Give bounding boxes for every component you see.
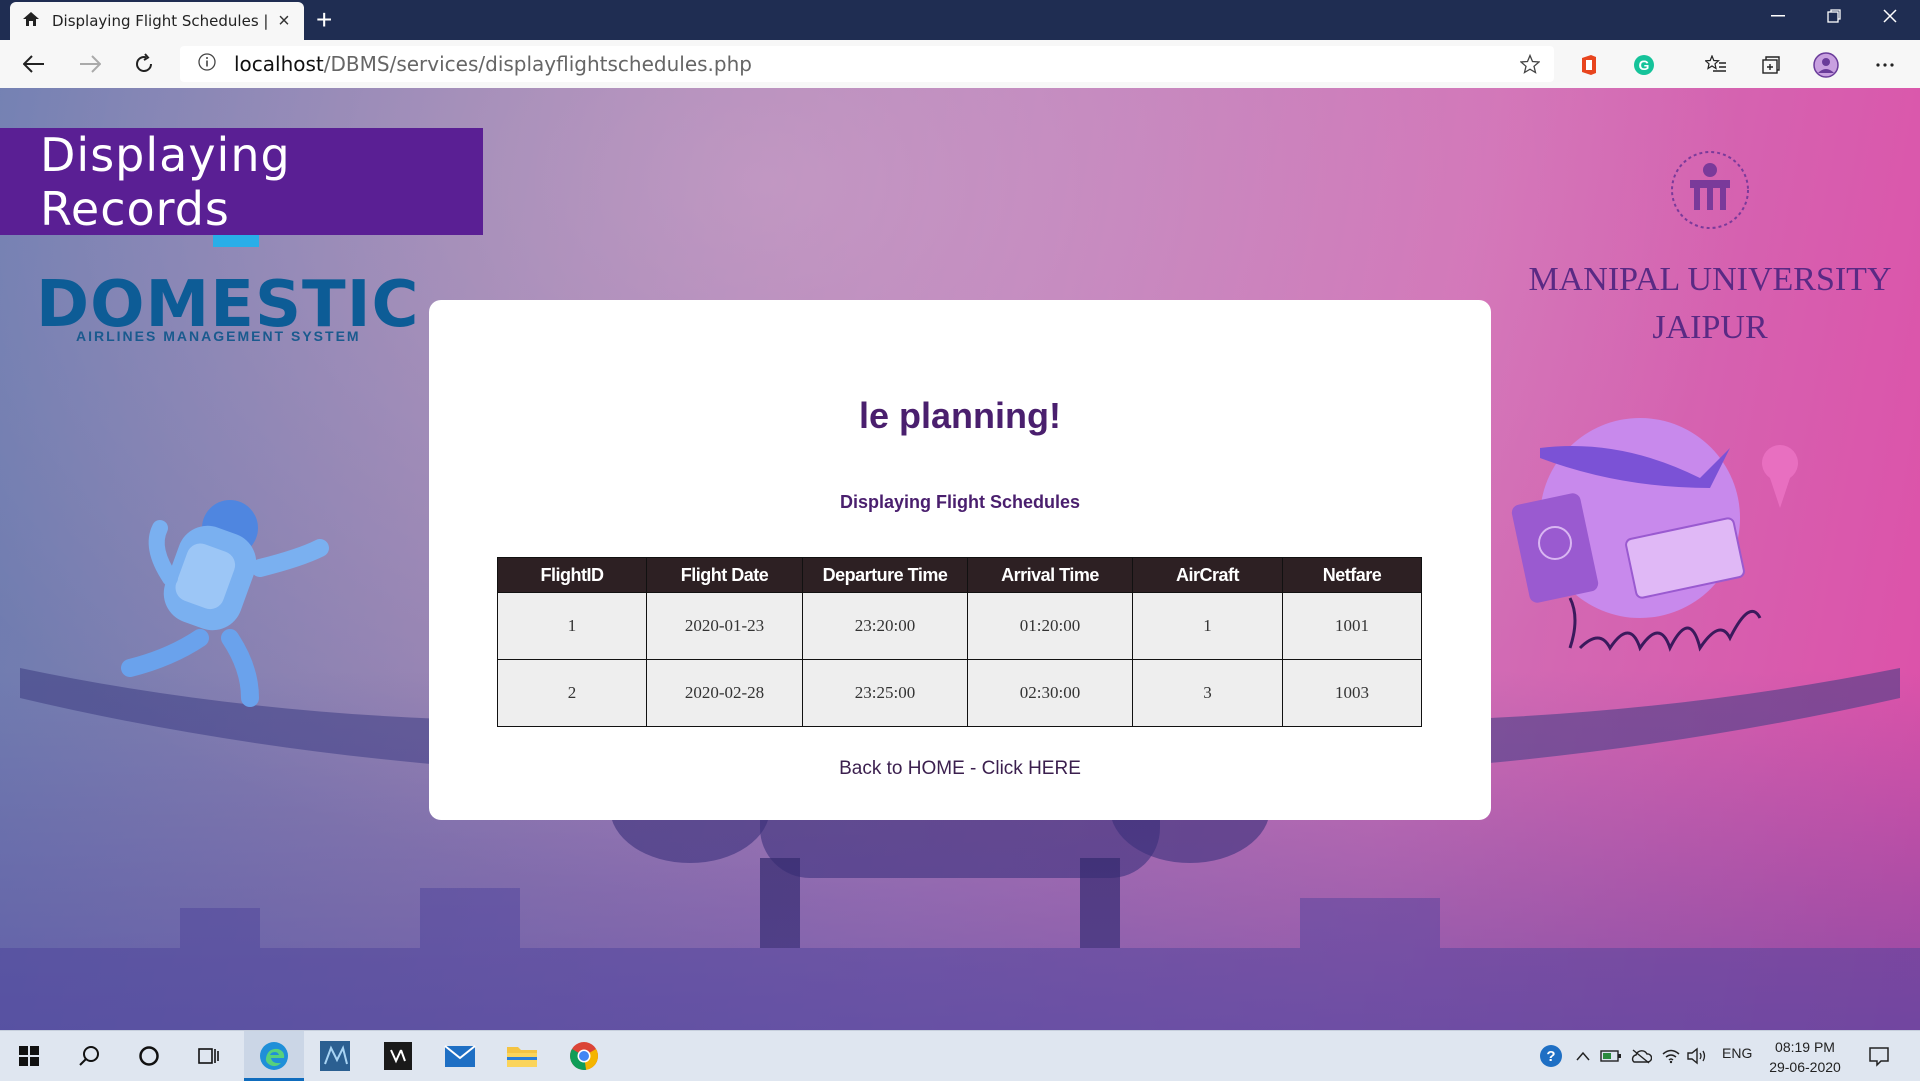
table-cell: 1: [1132, 592, 1283, 660]
university-emblem: [1671, 151, 1749, 229]
table-cell: 2: [497, 659, 647, 727]
url-text: localhost/DBMS/services/displayflightsch…: [234, 52, 752, 76]
mail-taskbar-icon[interactable]: [443, 1039, 477, 1073]
grammarly-extension-icon[interactable]: G: [1631, 52, 1657, 78]
cortana-icon[interactable]: [132, 1039, 166, 1073]
chrome-taskbar-icon[interactable]: [567, 1039, 601, 1073]
browser-tab-strip: Displaying Flight Schedules | DAMS × +: [0, 0, 1920, 40]
active-tab[interactable]: Displaying Flight Schedules | DAMS ×: [10, 2, 304, 40]
table-cell: 3: [1132, 659, 1283, 727]
astronaut-illustration: [121, 500, 329, 707]
column-header: Arrival Time: [967, 557, 1133, 593]
edge-taskbar-icon[interactable]: [244, 1031, 304, 1081]
taskbar: ? ENG 08:19 PM 29-06-2020: [0, 1030, 1920, 1081]
table-cell: 1: [497, 592, 647, 660]
column-header: AirCraft: [1132, 557, 1283, 593]
close-window-button[interactable]: [1862, 0, 1918, 32]
flight-schedules-table: FlightID Flight Date Departure Time Arri…: [497, 557, 1422, 727]
content-card: le planning! Displaying Flight Schedules…: [429, 300, 1491, 820]
language-indicator[interactable]: ENG: [1722, 1045, 1752, 1061]
file-explorer-taskbar-icon[interactable]: [505, 1039, 539, 1073]
university-city: JAIPUR: [1652, 309, 1768, 346]
table-header-row: FlightID Flight Date Departure Time Arri…: [497, 557, 1422, 593]
help-icon[interactable]: ?: [1534, 1039, 1568, 1073]
back-home-link[interactable]: Back to HOME - Click HERE: [429, 758, 1491, 780]
clock-time: 08:19 PM: [1775, 1039, 1835, 1055]
card-subtitle: Displaying Flight Schedules: [839, 492, 1081, 512]
table-cell: 1003: [1282, 659, 1422, 727]
table-cell: 23:20:00: [802, 592, 968, 660]
clock-date: 29-06-2020: [1769, 1059, 1841, 1075]
favorites-icon[interactable]: [1703, 52, 1729, 78]
banner-accent: [213, 235, 259, 247]
tab-close-icon[interactable]: ×: [274, 10, 294, 33]
profile-avatar[interactable]: [1813, 52, 1839, 78]
minimize-button[interactable]: [1750, 0, 1806, 32]
table-cell: 1001: [1282, 592, 1422, 660]
table-row: 2 2020-02-28 23:25:00 02:30:00 3 1003: [497, 659, 1422, 727]
forward-icon[interactable]: [72, 48, 108, 80]
search-icon[interactable]: [72, 1039, 106, 1073]
notifications-icon[interactable]: [1862, 1039, 1896, 1073]
task-view-icon[interactable]: [192, 1039, 226, 1073]
back-icon[interactable]: [16, 48, 52, 80]
page-background: Displaying Records DOMESTIC AIRLINES MAN…: [0, 88, 1920, 1030]
terminal-taskbar-icon[interactable]: [381, 1039, 415, 1073]
table-row: 1 2020-01-23 23:20:00 01:20:00 1 1001: [497, 592, 1422, 660]
page-banner-title: Displaying Records: [0, 128, 483, 236]
svg-text:G: G: [1639, 57, 1650, 73]
column-header: FlightID: [497, 557, 647, 593]
table-cell: 2020-02-28: [646, 659, 803, 727]
svg-text:?: ?: [1546, 1048, 1555, 1065]
home-icon: [22, 11, 40, 32]
windows-start-icon[interactable]: [12, 1039, 46, 1073]
volume-icon[interactable]: [1680, 1039, 1714, 1073]
table-cell: 01:20:00: [967, 592, 1133, 660]
refresh-icon[interactable]: [126, 48, 162, 80]
tab-title: Displaying Flight Schedules | DAMS: [52, 12, 274, 30]
vscode-taskbar-icon[interactable]: [318, 1039, 352, 1073]
table-cell: 2020-01-23: [646, 592, 803, 660]
restore-button[interactable]: [1806, 0, 1862, 32]
office-extension-icon[interactable]: [1576, 52, 1602, 78]
column-header: Netfare: [1282, 557, 1422, 593]
new-tab-button[interactable]: +: [316, 4, 332, 36]
column-header: Departure Time: [802, 557, 968, 593]
more-menu-icon[interactable]: [1872, 52, 1898, 78]
column-header: Flight Date: [646, 557, 803, 593]
battery-icon[interactable]: [1594, 1039, 1628, 1073]
collections-icon[interactable]: [1758, 52, 1784, 78]
university-name: MANIPAL UNIVERSITY: [1528, 261, 1892, 298]
card-heading: le planning!: [859, 395, 1061, 436]
address-bar[interactable]: localhost/DBMS/services/displayflightsch…: [180, 46, 1554, 82]
favorite-star-icon[interactable]: [1519, 53, 1541, 79]
travel-illustration: [1511, 418, 1798, 652]
table-cell: 23:25:00: [802, 659, 968, 727]
onedrive-icon[interactable]: [1624, 1039, 1658, 1073]
brand-tagline: AIRLINES MANAGEMENT SYSTEM: [76, 328, 361, 344]
table-cell: 02:30:00: [967, 659, 1133, 727]
info-icon[interactable]: [198, 52, 216, 76]
system-clock[interactable]: 08:19 PM 29-06-2020: [1760, 1037, 1850, 1077]
browser-toolbar: localhost/DBMS/services/displayflightsch…: [0, 40, 1920, 89]
